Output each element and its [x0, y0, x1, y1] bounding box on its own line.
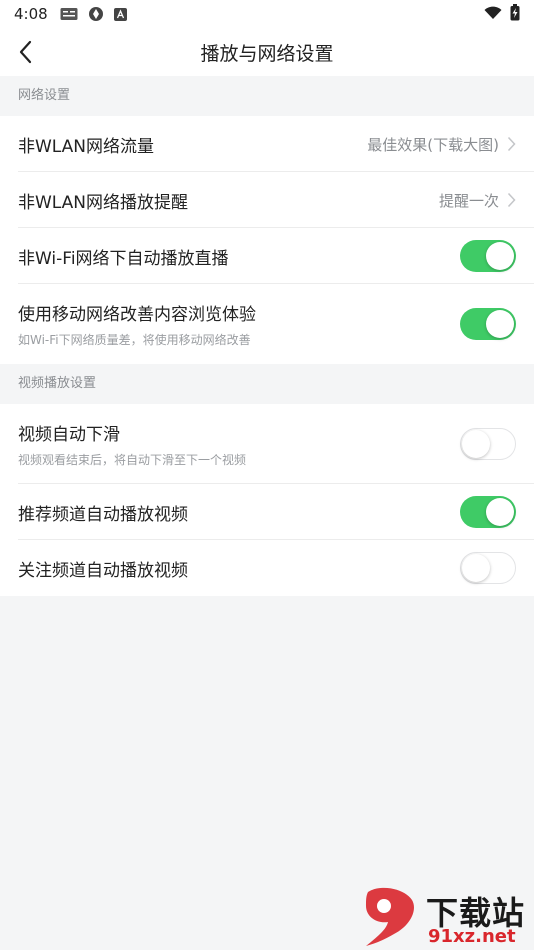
setting-label: 非WLAN网络流量 — [18, 136, 155, 157]
setting-row-follow-autoplay: 关注频道自动播放视频 — [0, 540, 534, 596]
chevron-right-icon — [507, 192, 516, 208]
setting-subtitle: 如Wi-Fi下网络质量差，将使用移动网络改善 — [18, 333, 251, 347]
network-settings-group: 非WLAN网络流量 最佳效果(下载大图) 非WLAN网络播放提醒 提醒一次 非W… — [0, 116, 534, 364]
setting-value: 提醒一次 — [438, 191, 499, 210]
toggle-knob — [486, 242, 514, 270]
chevron-right-icon — [507, 136, 516, 152]
back-arrow-icon — [19, 40, 32, 64]
setting-row-recommend-autoplay: 推荐频道自动播放视频 — [0, 484, 534, 540]
section-header-network: 网络设置 — [0, 76, 534, 116]
video-auto-scroll-toggle[interactable] — [460, 428, 516, 460]
toggle-knob — [462, 554, 490, 582]
recommend-autoplay-toggle[interactable] — [460, 496, 516, 528]
watermark-logo-icon — [366, 887, 414, 946]
section-header-video: 视频播放设置 — [0, 364, 534, 404]
sync-icon — [88, 6, 104, 22]
font-a-icon — [113, 7, 127, 21]
autoplay-live-toggle[interactable] — [460, 240, 516, 272]
setting-row-mobile-improve: 使用移动网络改善内容浏览体验 如Wi-Fi下网络质量差，将使用移动网络改善 — [0, 284, 534, 364]
battery-charging-icon — [510, 4, 520, 21]
setting-row-non-wlan-reminder[interactable]: 非WLAN网络播放提醒 提醒一次 — [0, 172, 534, 228]
follow-autoplay-toggle[interactable] — [460, 552, 516, 584]
toggle-knob — [486, 310, 514, 338]
watermark-logo: 下载站 91xz.net — [360, 886, 530, 948]
setting-label: 非Wi-Fi网络下自动播放直播 — [18, 248, 229, 269]
setting-row-video-auto-scroll: 视频自动下滑 视频观看结束后，将自动下滑至下一个视频 — [0, 404, 534, 484]
toggle-knob — [462, 430, 490, 458]
setting-row-autoplay-live: 非Wi-Fi网络下自动播放直播 — [0, 228, 534, 284]
status-time: 4:08 — [14, 5, 48, 23]
setting-value: 最佳效果(下载大图) — [367, 135, 499, 154]
setting-label: 关注频道自动播放视频 — [18, 560, 188, 581]
wifi-icon — [484, 6, 502, 20]
mobile-improve-toggle[interactable] — [460, 308, 516, 340]
status-bar: 4:08 — [0, 0, 534, 28]
setting-row-non-wlan-traffic[interactable]: 非WLAN网络流量 最佳效果(下载大图) — [0, 116, 534, 172]
news-badge-icon — [60, 7, 78, 21]
page-title: 播放与网络设置 — [200, 42, 334, 65]
setting-label: 视频自动下滑 — [18, 425, 120, 445]
back-button[interactable] — [10, 36, 42, 68]
setting-subtitle: 视频观看结束后，将自动下滑至下一个视频 — [18, 453, 247, 467]
toggle-knob — [486, 498, 514, 526]
watermark-bottom-text: 91xz.net — [428, 926, 516, 947]
setting-label: 非WLAN网络播放提醒 — [18, 192, 189, 213]
video-settings-group: 视频自动下滑 视频观看结束后，将自动下滑至下一个视频 推荐频道自动播放视频 关注… — [0, 404, 534, 596]
app-header: 播放与网络设置 — [0, 28, 534, 76]
setting-label: 使用移动网络改善内容浏览体验 — [18, 305, 256, 325]
setting-label: 推荐频道自动播放视频 — [18, 504, 188, 525]
